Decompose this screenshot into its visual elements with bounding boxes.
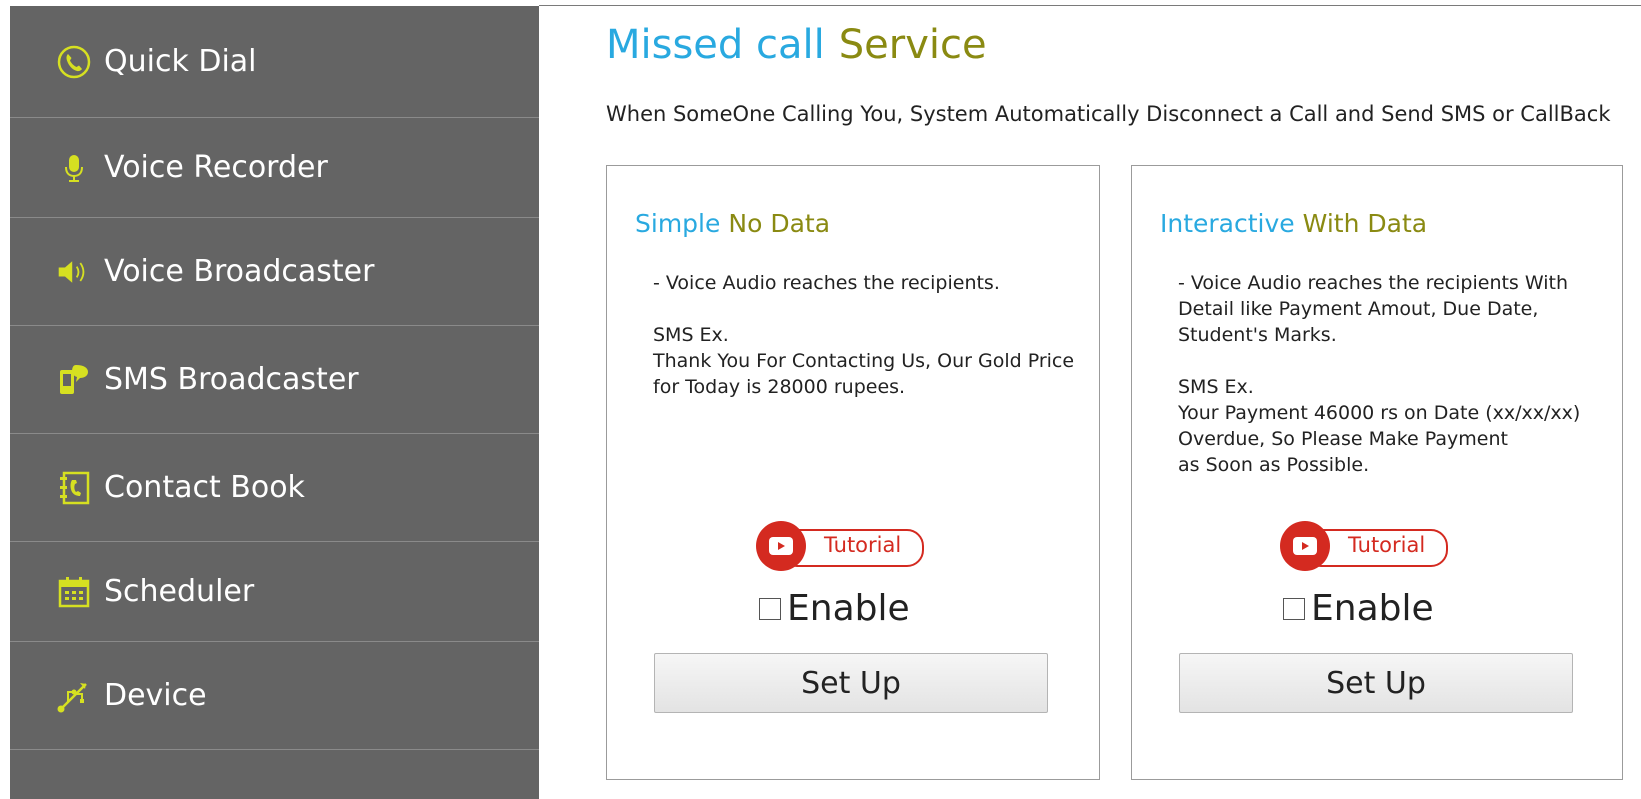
sidebar-item-label: SMS Broadcaster [104,362,359,397]
microphone-icon [56,150,92,186]
tutorial-label: Tutorial [1348,533,1426,557]
contact-book-icon [56,470,92,506]
card-description: - Voice Audio reaches the recipients. SM… [653,272,1075,398]
calendar-icon [56,574,92,610]
enable-checkbox[interactable] [1283,597,1305,620]
enable-checkbox-row[interactable]: Enable [759,588,910,629]
sidebar-item-voice-recorder[interactable]: Voice Recorder [10,118,539,218]
sidebar-item-label: Contact Book [104,470,305,505]
speaker-icon [56,254,92,290]
main-content: Missed call Service When SomeOne Calling … [539,6,1641,799]
service-card-interactive: Interactive With Data - Voice Audio reach… [1131,165,1623,780]
tutorial-label: Tutorial [824,533,902,557]
tutorial-button[interactable]: Tutorial [756,521,926,571]
youtube-play-icon [756,521,806,571]
page-title-part1: Missed call [606,22,825,68]
card-title-part1: Interactive [1160,209,1295,238]
card-title: Simple No Data [635,209,830,238]
sidebar-item-label: Scheduler [104,574,255,609]
card-title-part2: No Data [728,209,831,238]
sidebar-item-voice-broadcaster[interactable]: Voice Broadcaster [10,218,539,326]
sidebar-item-device[interactable]: Device [10,642,539,750]
phone-icon [56,44,92,80]
sms-icon [56,362,92,398]
sidebar-item-label: Voice Recorder [104,150,328,185]
enable-label: Enable [1311,588,1434,629]
page-description: When SomeOne Calling You, System Automat… [606,102,1611,126]
sidebar-item-label: Voice Broadcaster [104,254,375,289]
card-description: - Voice Audio reaches the recipients Wit… [1178,272,1581,476]
service-card-simple: Simple No Data - Voice Audio reaches the … [606,165,1100,780]
sidebar-item-quick-dial[interactable]: Quick Dial [10,6,539,118]
card-title-part2: With Data [1302,209,1428,238]
enable-label: Enable [787,588,910,629]
tutorial-button[interactable]: Tutorial [1280,521,1450,571]
setup-button[interactable]: Set Up [654,653,1048,713]
setup-button[interactable]: Set Up [1179,653,1573,713]
sidebar-item-label: Quick Dial [104,44,257,79]
enable-checkbox-row[interactable]: Enable [1283,588,1434,629]
enable-checkbox[interactable] [759,597,781,620]
sidebar-item-contact-book[interactable]: Contact Book [10,434,539,542]
card-title: Interactive With Data [1160,209,1427,238]
usb-icon [56,678,92,714]
page-title-part2: Service [838,22,987,68]
sidebar-item-sms-broadcaster[interactable]: SMS Broadcaster [10,326,539,434]
page-title: Missed call Service [606,22,987,68]
sidebar-item-scheduler[interactable]: Scheduler [10,542,539,642]
youtube-play-icon [1280,521,1330,571]
sidebar-item-label: Device [104,678,207,713]
sidebar: Quick Dial Voice Recorder Voice Broadcas… [10,6,539,799]
card-title-part1: Simple [635,209,721,238]
